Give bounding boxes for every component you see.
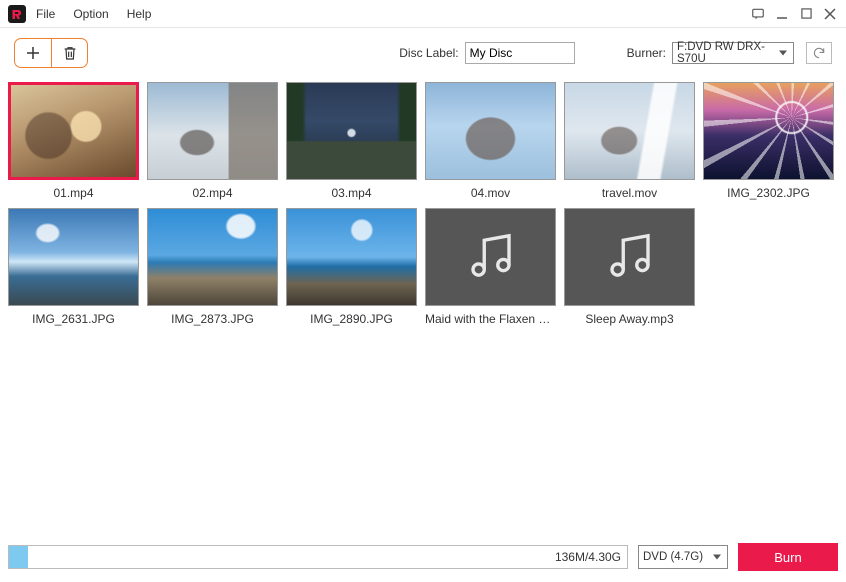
titlebar: File Option Help — [0, 0, 846, 28]
media-item[interactable]: IMG_2631.JPG — [8, 208, 139, 326]
media-item-label: Maid with the Flaxen Hair.... — [425, 312, 556, 326]
feedback-icon[interactable] — [750, 6, 766, 22]
media-item-label: 02.mp4 — [192, 186, 232, 200]
image-thumbnail[interactable] — [147, 208, 278, 306]
disc-label-input[interactable] — [465, 42, 575, 64]
media-item-label: IMG_2631.JPG — [32, 312, 115, 326]
media-item-label: IMG_2890.JPG — [310, 312, 393, 326]
file-tool-group — [14, 38, 88, 68]
music-note-icon — [603, 229, 657, 286]
toolbar: Disc Label: Burner: F:DVD RW DRX-S70U — [0, 28, 846, 78]
video-thumbnail[interactable] — [8, 82, 139, 180]
image-thumbnail[interactable] — [703, 82, 834, 180]
main-menu: File Option Help — [36, 7, 151, 21]
audio-thumbnail[interactable] — [564, 208, 695, 306]
bottom-bar: 136M/4.30G DVD (4.7G) Burn — [8, 542, 838, 572]
media-item[interactable]: Sleep Away.mp3 — [564, 208, 695, 326]
burn-button[interactable]: Burn — [738, 543, 838, 571]
video-thumbnail[interactable] — [425, 82, 556, 180]
disc-format-select[interactable]: DVD (4.7G) — [638, 545, 728, 569]
video-thumbnail[interactable] — [564, 82, 695, 180]
media-item[interactable]: IMG_2873.JPG — [147, 208, 278, 326]
disc-label-caption: Disc Label: — [399, 46, 458, 60]
media-item[interactable]: 02.mp4 — [147, 82, 278, 200]
media-item[interactable]: Maid with the Flaxen Hair.... — [425, 208, 556, 326]
minimize-button[interactable] — [774, 6, 790, 22]
disc-format-value: DVD (4.7G) — [643, 551, 703, 563]
media-item-label: travel.mov — [602, 186, 657, 200]
media-item[interactable]: IMG_2302.JPG — [703, 82, 834, 200]
close-button[interactable] — [822, 6, 838, 22]
capacity-fill — [9, 546, 28, 568]
media-item[interactable]: 04.mov — [425, 82, 556, 200]
image-thumbnail[interactable] — [8, 208, 139, 306]
menu-help[interactable]: Help — [127, 7, 152, 21]
menu-file[interactable]: File — [36, 7, 55, 21]
menu-option[interactable]: Option — [73, 7, 108, 21]
media-item-label: 04.mov — [471, 186, 510, 200]
burner-select[interactable]: F:DVD RW DRX-S70U — [672, 42, 794, 64]
app-icon — [8, 5, 26, 23]
media-grid: 01.mp4 02.mp4 03.mp4 04.mov travel.mov IMG_23… — [0, 78, 846, 538]
image-thumbnail[interactable] — [286, 208, 417, 306]
maximize-button[interactable] — [798, 6, 814, 22]
media-item-label: 03.mp4 — [331, 186, 371, 200]
media-item-label: 01.mp4 — [53, 186, 93, 200]
media-item[interactable]: 03.mp4 — [286, 82, 417, 200]
audio-thumbnail[interactable] — [425, 208, 556, 306]
capacity-text: 136M/4.30G — [555, 550, 621, 564]
media-item-label: Sleep Away.mp3 — [585, 312, 673, 326]
media-item[interactable]: 01.mp4 — [8, 82, 139, 200]
add-button[interactable] — [15, 39, 51, 67]
burner-caption: Burner: — [627, 46, 666, 60]
video-thumbnail[interactable] — [286, 82, 417, 180]
media-item[interactable]: travel.mov — [564, 82, 695, 200]
media-item-label: IMG_2873.JPG — [171, 312, 254, 326]
video-thumbnail[interactable] — [147, 82, 278, 180]
delete-button[interactable] — [51, 39, 87, 67]
media-item-label: IMG_2302.JPG — [727, 186, 810, 200]
capacity-bar: 136M/4.30G — [8, 545, 628, 569]
refresh-button[interactable] — [806, 42, 832, 64]
media-item[interactable]: IMG_2890.JPG — [286, 208, 417, 326]
burner-value: F:DVD RW DRX-S70U — [677, 41, 775, 65]
music-note-icon — [464, 229, 518, 286]
